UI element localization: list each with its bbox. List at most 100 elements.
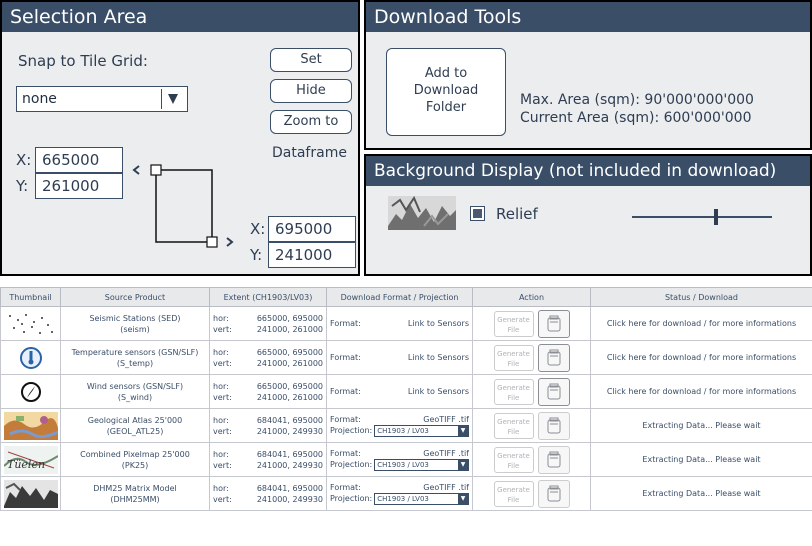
generate-file-button[interactable]: Generate File <box>493 378 534 405</box>
product-code: (S_temp) <box>116 358 154 368</box>
lower-right-y-label: Y: <box>250 246 263 264</box>
snap-select[interactable]: none <box>16 86 188 112</box>
compass-icon <box>4 378 58 406</box>
download-button[interactable] <box>537 445 570 474</box>
product-name: DHM25 Matrix Model <box>93 483 177 493</box>
projection-select[interactable]: CH1903 / LV03 ▼ <box>374 425 469 437</box>
status-text[interactable]: Click here for download / for more infor… <box>607 319 796 328</box>
projection-value: CH1903 / LV03 <box>377 461 429 469</box>
upper-left-y-field[interactable]: 261000 <box>35 173 123 199</box>
download-button[interactable] <box>537 309 570 338</box>
relief-opacity-slider-thumb[interactable] <box>713 209 718 225</box>
set-button[interactable]: Set <box>270 48 352 72</box>
format-label: Format: <box>330 415 361 424</box>
product-name: Seismic Stations (SED) <box>89 313 181 323</box>
generate-file-button[interactable]: Generate File <box>493 480 534 507</box>
product-cell: Combined Pixelmap 25'000 (PK25) <box>60 442 210 477</box>
hor-label: hor: <box>213 415 229 425</box>
lower-right-handle[interactable] <box>206 236 218 248</box>
lower-right-y-field[interactable]: 241000 <box>268 242 356 268</box>
vert-value: 241000, 249930 <box>256 494 323 504</box>
table-row: Temperature sensors (GSN/SLF) (S_temp) h… <box>0 340 812 375</box>
format-value[interactable]: Link to Sensors <box>408 318 469 329</box>
status-text[interactable]: Extracting Data... Please wait <box>642 455 760 464</box>
relief-thumbnail-icon <box>388 196 456 230</box>
lower-right-x-label: X: <box>250 220 266 238</box>
extent-cell: hor: 665000, 695000 vert: 241000, 261000 <box>209 306 327 341</box>
relief-checkbox[interactable] <box>470 206 485 221</box>
generate-file-button[interactable]: Generate File <box>493 446 534 473</box>
product-code: (PK25) <box>121 460 149 470</box>
projection-label: Projection: <box>330 494 373 503</box>
hor-value: 665000, 695000 <box>256 313 323 323</box>
dataframe-label: Dataframe <box>272 145 347 161</box>
thumbnail-cell <box>0 476 61 511</box>
action-cell: Generate File <box>472 408 591 443</box>
format-cell: Format:Link to Sensors ▼ <box>326 374 473 409</box>
download-button[interactable] <box>537 479 570 508</box>
download-button[interactable] <box>537 411 570 440</box>
thermometer-icon <box>4 344 58 372</box>
format-value[interactable]: GeoTIFF .tif <box>423 448 469 459</box>
add-to-download-folder-button[interactable]: Add to Download Folder <box>386 48 506 136</box>
hor-value: 684041, 695000 <box>256 449 323 459</box>
status-text[interactable]: Click here for download / for more infor… <box>607 353 796 362</box>
header-download-format: Download Format / Projection <box>326 287 473 307</box>
format-value[interactable]: GeoTIFF .tif <box>423 482 469 493</box>
chevron-down-icon[interactable]: ▼ <box>458 426 468 436</box>
vert-label: vert: <box>213 324 232 334</box>
product-name: Temperature sensors (GSN/SLF) <box>71 347 199 357</box>
projection-label: Projection: <box>330 426 373 435</box>
zoom-to-button[interactable]: Zoom to <box>270 110 352 134</box>
header-extent: Extent (CH1903/LV03) <box>209 287 327 307</box>
projection-select[interactable]: CH1903 / LV03 ▼ <box>374 493 469 505</box>
status-text[interactable]: Extracting Data... Please wait <box>642 489 760 498</box>
chevron-down-icon[interactable] <box>161 89 184 109</box>
format-label: Format: <box>330 387 361 396</box>
hor-label: hor: <box>213 449 229 459</box>
format-value[interactable]: GeoTIFF .tif <box>423 414 469 425</box>
chevron-down-icon[interactable]: ▼ <box>458 494 468 504</box>
format-cell: Format:Link to Sensors ▼ <box>326 340 473 375</box>
vert-value: 241000, 261000 <box>256 392 323 402</box>
status-text[interactable]: Extracting Data... Please wait <box>642 421 760 430</box>
generate-file-button[interactable]: Generate File <box>493 344 534 371</box>
seismic-dots-icon <box>4 310 58 338</box>
hide-button[interactable]: Hide <box>270 79 352 103</box>
folder-icon <box>547 451 560 467</box>
background-display-title: Background Display (not included in down… <box>366 156 810 186</box>
pixelmap-icon: Tüelen <box>3 445 59 474</box>
folder-icon <box>547 485 560 501</box>
lower-right-x-field[interactable]: 695000 <box>268 216 356 242</box>
format-label: Format: <box>330 353 361 362</box>
download-button[interactable] <box>537 377 570 406</box>
hor-label: hor: <box>213 483 229 493</box>
download-tools-panel: Download Tools Add to Download Folder Ma… <box>364 0 812 150</box>
relief-map-icon <box>4 479 58 508</box>
format-value[interactable]: Link to Sensors <box>408 352 469 363</box>
projection-select[interactable]: CH1903 / LV03 ▼ <box>374 459 469 471</box>
upper-left-handle[interactable] <box>150 164 162 176</box>
current-area-text: Current Area (sqm): 600'000'000 <box>520 110 752 126</box>
selection-area-title: Selection Area <box>2 2 358 32</box>
product-code: (seism) <box>120 324 150 334</box>
generate-file-button[interactable]: Generate File <box>493 412 534 439</box>
relief-opacity-slider[interactable] <box>632 209 772 225</box>
status-cell: Extracting Data... Please wait <box>590 442 812 477</box>
upper-left-y-label: Y: <box>16 177 29 195</box>
status-text[interactable]: Click here for download / for more infor… <box>607 387 796 396</box>
download-tools-title: Download Tools <box>366 2 810 32</box>
generate-file-button[interactable]: Generate File <box>493 310 534 337</box>
chevron-down-icon[interactable]: ▼ <box>458 460 468 470</box>
product-cell: Geological Atlas 25'000 (GEOL_ATL25) <box>60 408 210 443</box>
hor-value: 665000, 695000 <box>256 347 323 357</box>
table-row: DHM25 Matrix Model (DHM25MM) hor: 684041,… <box>0 476 812 511</box>
upper-left-x-field[interactable]: 665000 <box>35 147 123 173</box>
header-status: Status / Download <box>590 287 812 307</box>
action-cell: Generate File <box>472 340 591 375</box>
format-cell: Format: GeoTIFF .tif Projection: CH1903 /… <box>326 442 473 477</box>
upper-left-x-label: X: <box>16 151 32 169</box>
format-value[interactable]: Link to Sensors <box>408 386 469 397</box>
download-button[interactable] <box>537 343 570 372</box>
max-area-text: Max. Area (sqm): 90'000'000'000 <box>520 92 754 108</box>
